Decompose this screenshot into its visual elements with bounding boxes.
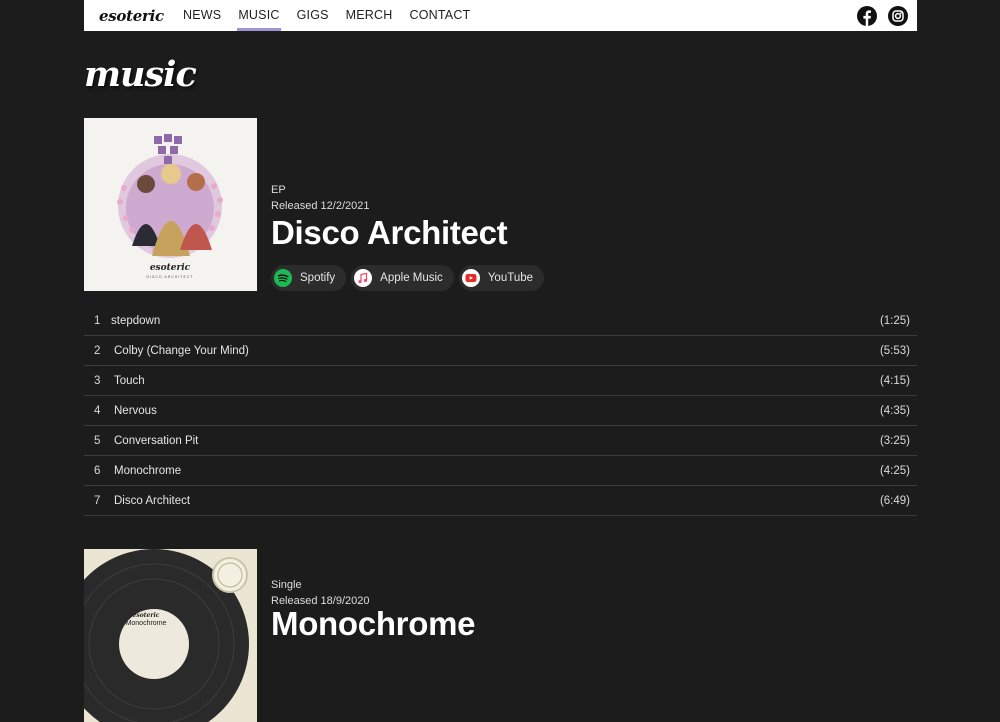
cover-subtitle-text: DISCO ARCHITECT [147, 275, 194, 279]
track-duration: (4:25) [879, 464, 910, 477]
track-title: Conversation Pit [114, 434, 199, 447]
track-title: stepdown [111, 314, 161, 327]
facebook-icon[interactable] [857, 5, 877, 26]
nav-item-contact[interactable]: CONTACT [410, 0, 471, 31]
track-title: Disco Architect [114, 494, 191, 507]
track-title: Nervous [114, 404, 157, 417]
apple-music-icon [354, 269, 373, 287]
tracklist: 1 stepdown (1:25) 2 Colby (Change Your M… [84, 306, 917, 516]
spotify-icon [274, 269, 292, 287]
apple-music-label: Apple Music [380, 272, 443, 284]
logo[interactable]: esoteric [99, 7, 183, 25]
track-duration: (4:15) [879, 374, 910, 387]
album-cover-art: esoteric DISCO ARCHITECT [84, 118, 257, 291]
track-title: Monochrome [114, 464, 182, 477]
track-number: 7 [94, 494, 101, 507]
nav-item-news[interactable]: NEWS [183, 0, 221, 31]
track-number: 3 [94, 374, 101, 387]
track-duration: (5:53) [879, 344, 910, 357]
youtube-label: YouTube [487, 272, 534, 284]
track-duration: (1:25) [879, 314, 910, 327]
nav-item-merch[interactable]: MERCH [346, 0, 393, 31]
nav-item-music[interactable]: MUSIC [237, 0, 281, 31]
track-title: Touch [114, 374, 145, 387]
youtube-icon [461, 269, 480, 287]
track-title: Colby (Change Your Mind) [114, 344, 249, 357]
top-nav: esoteric NEWS MUSIC GIGS MERCH CONTACT [84, 0, 917, 31]
nav-menu: NEWS MUSIC GIGS MERCH CONTACT [183, 0, 487, 31]
release-type: Single [271, 579, 302, 591]
album-cover-art: esoteric Monochrome [84, 549, 257, 722]
track-row[interactable]: 1 stepdown (1:25) [84, 306, 917, 336]
track-number: 1 [94, 314, 101, 327]
track-duration: (4:35) [879, 404, 910, 417]
track-number: 5 [94, 434, 101, 447]
track-row[interactable]: 5 Conversation Pit (3:25) [84, 426, 917, 456]
track-row[interactable]: 6 Monochrome (4:25) [84, 456, 917, 486]
cover-subtitle-text: Monochrome [126, 620, 167, 627]
album-cover-monochrome[interactable]: esoteric Monochrome [84, 549, 257, 722]
track-number: 2 [94, 344, 101, 357]
release-type: EP [271, 184, 286, 196]
instagram-icon[interactable] [888, 5, 908, 26]
nav-item-gigs[interactable]: GIGS [297, 0, 329, 31]
album-cover-disco-architect[interactable]: esoteric DISCO ARCHITECT [84, 118, 257, 291]
cover-logo-text: esoteric [133, 612, 160, 619]
release-date: Released 12/2/2021 [271, 200, 370, 212]
track-number: 6 [94, 464, 101, 477]
streaming-links: Spotify Apple Music YouTube [271, 265, 545, 291]
track-number: 4 [94, 404, 101, 417]
youtube-button[interactable]: YouTube [458, 265, 545, 291]
spotify-label: Spotify [300, 272, 336, 284]
track-row[interactable]: 4 Nervous (4:35) [84, 396, 917, 426]
apple-music-button[interactable]: Apple Music [351, 265, 454, 291]
social-links [857, 5, 908, 26]
track-duration: (6:49) [879, 494, 910, 507]
release-title: Monochrome [271, 605, 476, 642]
track-duration: (3:25) [879, 434, 910, 447]
spotify-button[interactable]: Spotify [271, 265, 347, 291]
page-title: music [84, 54, 197, 95]
track-row[interactable]: 7 Disco Architect (6:49) [84, 486, 917, 516]
cover-logo-text: esoteric [150, 263, 191, 273]
track-row[interactable]: 2 Colby (Change Your Mind) (5:53) [84, 336, 917, 366]
track-row[interactable]: 3 Touch (4:15) [84, 366, 917, 396]
release-title: Disco Architect [271, 214, 508, 251]
